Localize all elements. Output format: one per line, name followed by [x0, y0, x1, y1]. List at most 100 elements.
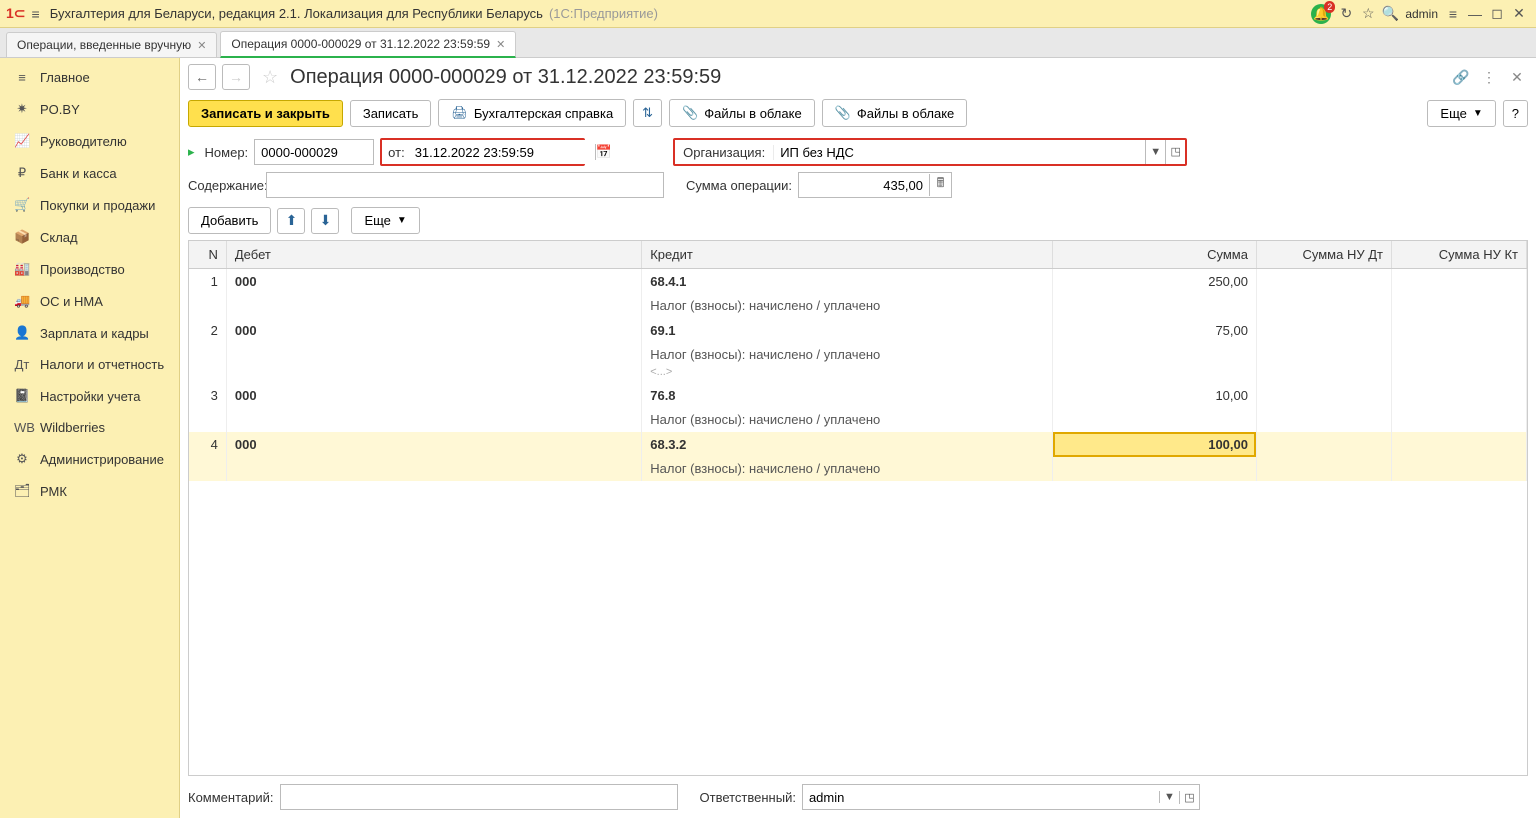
menu-icon[interactable]: ≡ — [32, 6, 40, 22]
move-down-button[interactable]: ⬇ — [311, 208, 339, 234]
back-button[interactable]: ← — [188, 64, 216, 90]
sidebar-item-9[interactable]: ДтНалоги и отчетность — [0, 349, 179, 380]
tab-operation-doc[interactable]: Операция 0000-000029 от 31.12.2022 23:59… — [220, 31, 516, 58]
table-more-button[interactable]: Еще▼ — [351, 207, 419, 234]
col-n[interactable]: N — [189, 241, 226, 269]
cell-credit[interactable]: 69.1 — [642, 318, 1053, 343]
settings-bars-icon[interactable]: ≡ — [1442, 3, 1464, 25]
sidebar-item-8[interactable]: 👤Зарплата и кадры — [0, 317, 179, 349]
table-row-sub[interactable]: Налог (взносы): начислено / уплачено — [189, 457, 1527, 481]
cell-credit[interactable]: 76.8 — [642, 383, 1053, 408]
date-input[interactable] — [411, 140, 595, 164]
sidebar-item-0[interactable]: ≡Главное — [0, 62, 179, 93]
sidebar-item-7[interactable]: 🚚ОС и НМА — [0, 285, 179, 317]
cell-debit[interactable]: 000 — [226, 318, 641, 343]
sidebar-item-12[interactable]: ⚙Администрирование — [0, 443, 179, 475]
history-icon[interactable]: ↻ — [1335, 3, 1357, 25]
sidebar-item-3[interactable]: ₽Банк и касса — [0, 157, 179, 189]
table-row[interactable]: 100068.4.1250,00 — [189, 269, 1527, 295]
close-page-icon[interactable]: ✕ — [1506, 66, 1528, 88]
sidebar-label: PO.BY — [40, 102, 80, 117]
col-sumnukt[interactable]: Сумма НУ Кт — [1391, 241, 1526, 269]
report-button[interactable]: 🖨Бухгалтерская справка — [438, 99, 626, 127]
favorite-star-icon[interactable]: ☆ — [262, 67, 278, 88]
move-up-button[interactable]: ⬆ — [277, 208, 305, 234]
page-header: ← → ☆ Операция 0000-000029 от 31.12.2022… — [180, 58, 1536, 96]
printer-icon: 🖨 — [451, 105, 468, 121]
chevron-down-icon[interactable]: ▼ — [1145, 140, 1165, 164]
cell-sumnukt[interactable] — [1391, 383, 1526, 408]
calendar-icon[interactable]: 📅 — [595, 144, 612, 160]
files-cloud-button-1[interactable]: 📎Файлы в облаке — [669, 99, 815, 127]
more-button[interactable]: Еще▼ — [1427, 100, 1495, 127]
number-input[interactable] — [254, 139, 374, 165]
open-card-icon[interactable]: ◳ — [1165, 140, 1185, 164]
cell-sum[interactable]: 10,00 — [1053, 383, 1257, 408]
close-icon[interactable]: ✕ — [197, 39, 206, 52]
col-credit[interactable]: Кредит — [642, 241, 1053, 269]
table-row[interactable]: 400068.3.2100,00 — [189, 432, 1527, 457]
col-sumnudt[interactable]: Сумма НУ Дт — [1256, 241, 1391, 269]
search-icon[interactable]: 🔍 — [1379, 3, 1401, 25]
chevron-down-icon[interactable]: ▼ — [1159, 791, 1179, 803]
organization-input[interactable] — [774, 140, 1145, 164]
sidebar-item-10[interactable]: 📓Настройки учета — [0, 380, 179, 412]
notifications-icon[interactable]: 🔔2 — [1311, 4, 1331, 24]
cell-sumnukt[interactable] — [1391, 269, 1526, 295]
star-icon[interactable]: ☆ — [1357, 3, 1379, 25]
files-cloud-button-2[interactable]: 📎Файлы в облаке — [822, 99, 968, 127]
minimize-icon[interactable]: — — [1464, 3, 1486, 25]
cell-sumnudt[interactable] — [1256, 318, 1391, 343]
sidebar-icon: WB — [14, 420, 30, 435]
link-icon[interactable]: 🔗 — [1450, 66, 1472, 88]
close-window-icon[interactable]: ✕ — [1508, 3, 1530, 25]
calculator-icon[interactable]: 🖩 — [929, 174, 951, 196]
write-close-button[interactable]: Записать и закрыть — [188, 100, 343, 127]
cell-sumnudt[interactable] — [1256, 269, 1391, 295]
dtkt-button[interactable]: ⇅ — [633, 99, 662, 127]
close-icon[interactable]: ✕ — [496, 38, 505, 51]
sidebar-item-11[interactable]: WBWildberries — [0, 412, 179, 443]
maximize-icon[interactable]: ◻ — [1486, 3, 1508, 25]
cell-credit-sub: Налог (взносы): начислено / уплачено — [642, 457, 1053, 481]
cell-sum[interactable]: 100,00 — [1053, 432, 1257, 457]
table-row-sub[interactable]: Налог (взносы): начислено / уплачено — [189, 408, 1527, 432]
cell-sumnukt[interactable] — [1391, 318, 1526, 343]
sum-input[interactable] — [799, 173, 929, 197]
open-card-icon[interactable]: ◳ — [1179, 791, 1199, 804]
table-row[interactable]: 300076.810,00 — [189, 383, 1527, 408]
responsible-input[interactable] — [803, 785, 1159, 809]
col-debit[interactable]: Дебет — [226, 241, 641, 269]
cell-sum[interactable]: 250,00 — [1053, 269, 1257, 295]
content-input[interactable] — [266, 172, 664, 198]
write-button[interactable]: Записать — [350, 100, 432, 127]
cell-debit[interactable]: 000 — [226, 383, 641, 408]
table-row[interactable]: 200069.175,00 — [189, 318, 1527, 343]
table-row-sub[interactable]: Налог (взносы): начислено / уплачено<...… — [189, 343, 1527, 383]
sidebar-icon: 🏭 — [14, 261, 30, 277]
sidebar-item-1[interactable]: ✷PO.BY — [0, 93, 179, 125]
sidebar-icon: ≡ — [14, 70, 30, 85]
help-button[interactable]: ? — [1503, 100, 1528, 127]
cell-debit[interactable]: 000 — [226, 432, 641, 457]
col-sum[interactable]: Сумма — [1053, 241, 1257, 269]
sidebar-item-13[interactable]: 🗂РМК — [0, 475, 179, 507]
cell-sum[interactable]: 75,00 — [1053, 318, 1257, 343]
sidebar-item-5[interactable]: 📦Склад — [0, 221, 179, 253]
sidebar-item-6[interactable]: 🏭Производство — [0, 253, 179, 285]
forward-button[interactable]: → — [222, 64, 250, 90]
add-row-button[interactable]: Добавить — [188, 207, 271, 234]
cell-credit[interactable]: 68.4.1 — [642, 269, 1053, 295]
sidebar-item-4[interactable]: 🛒Покупки и продажи — [0, 189, 179, 221]
tab-operations-list[interactable]: Операции, введенные вручную✕ — [6, 32, 217, 57]
comment-input[interactable] — [280, 784, 678, 810]
sidebar-item-2[interactable]: 📈Руководителю — [0, 125, 179, 157]
cell-sumnukt[interactable] — [1391, 432, 1526, 457]
table-row-sub[interactable]: Налог (взносы): начислено / уплачено — [189, 294, 1527, 318]
cell-credit[interactable]: 68.3.2 — [642, 432, 1053, 457]
kebab-icon[interactable]: ⋮ — [1478, 66, 1500, 88]
cell-sumnudt[interactable] — [1256, 383, 1391, 408]
cell-debit[interactable]: 000 — [226, 269, 641, 295]
cell-sumnudt[interactable] — [1256, 432, 1391, 457]
user-label[interactable]: admin — [1405, 7, 1438, 21]
